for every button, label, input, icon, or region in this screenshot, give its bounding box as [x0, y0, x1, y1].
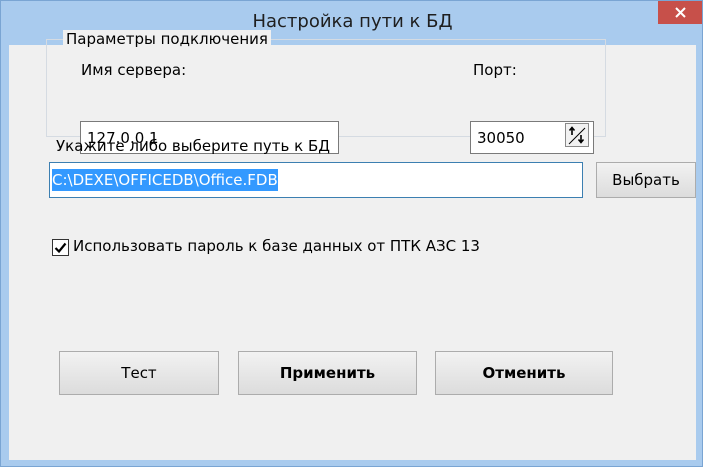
db-path-value: C:\DEXE\OFFICEDB\Office.FDB — [52, 169, 278, 191]
password-checkbox[interactable] — [52, 239, 69, 256]
spinner-arrows-icon — [568, 126, 586, 145]
connection-group-legend: Параметры подключения — [63, 30, 271, 48]
close-button[interactable] — [658, 1, 702, 24]
browse-button[interactable]: Выбрать — [596, 162, 696, 198]
dialog-window: Настройка пути к БД Параметры подключени… — [0, 0, 703, 467]
apply-button[interactable]: Применить — [238, 351, 417, 395]
path-label: Укажите либо выберите путь к БД — [56, 137, 330, 155]
db-path-input[interactable]: C:\DEXE\OFFICEDB\Office.FDB — [49, 162, 583, 198]
password-checkbox-label[interactable]: Использовать пароль к базе данных от ПТК… — [73, 237, 480, 255]
window-title: Настройка пути к БД — [252, 11, 453, 32]
checkmark-icon — [54, 242, 67, 254]
port-label: Порт: — [473, 61, 517, 79]
close-icon — [674, 7, 686, 18]
cancel-button[interactable]: Отменить — [435, 351, 613, 395]
server-label: Имя сервера: — [81, 61, 187, 79]
port-spinner[interactable] — [565, 123, 589, 147]
test-button[interactable]: Тест — [59, 351, 219, 395]
